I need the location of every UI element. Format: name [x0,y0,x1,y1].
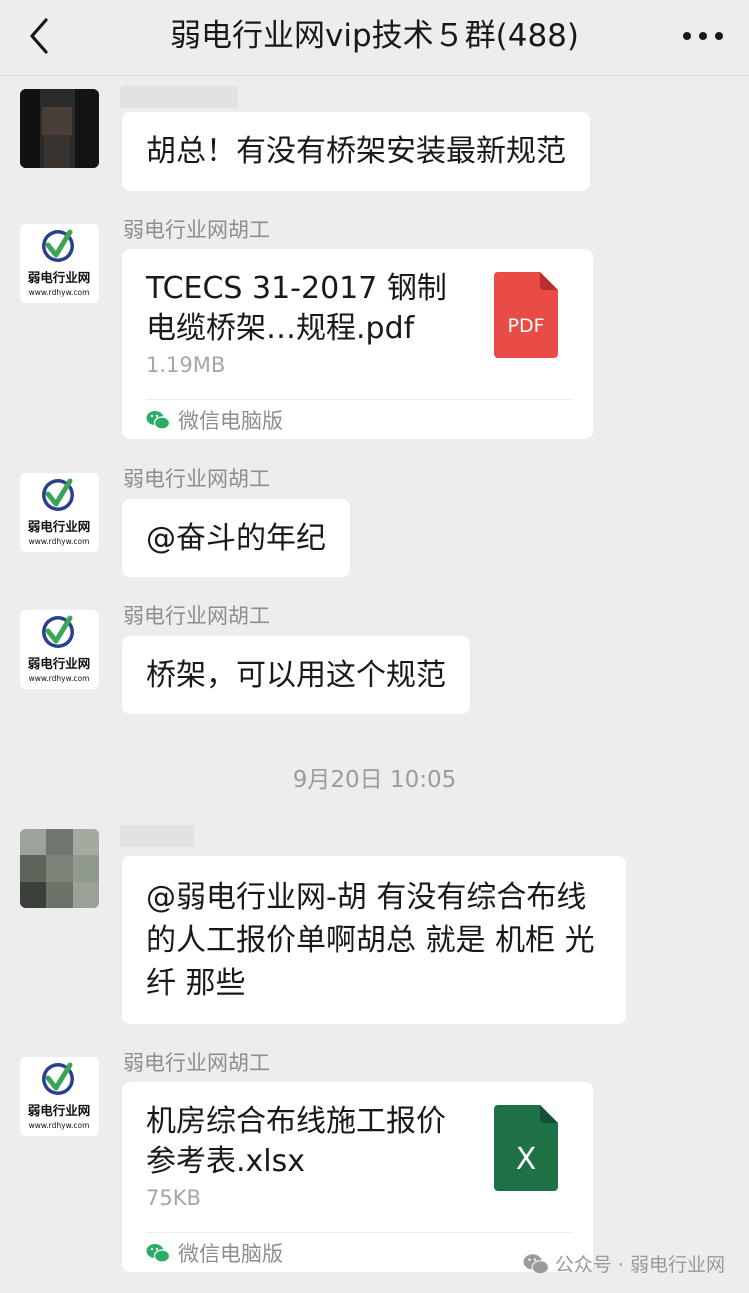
rdhyw-logo-icon: 弱电行业网 www.rdhyw.com [20,1057,99,1136]
sender-name: 弱电行业网胡工 [123,604,270,628]
message-text: 桥架，可以用这个规范 [146,657,446,693]
chat-screen: 弱电行业网vip技术５群(488) 胡总！有没有桥架安装最新规范 弱电行业网 w… [0,0,749,1293]
file-name: TCECS 31-2017 钢制电缆桥架…规程.pdf [146,271,447,346]
message-text: @奋斗的年纪 [146,520,326,556]
file-message-card[interactable]: 机房综合布线施工报价参考表.xlsx 75KB X 微信电脑版 [122,1082,593,1272]
sender-name: 弱电行业网胡工 [123,1051,270,1075]
file-name: 机房综合布线施工报价参考表.xlsx [146,1104,446,1179]
more-dots-icon [683,32,723,40]
message-bubble[interactable]: @奋斗的年纪 [122,499,350,577]
wechat-icon [523,1253,549,1274]
watermark: 公众号 · 弱电行业网 [523,1250,725,1277]
message-text: 胡总！有没有桥架安装最新规范 [146,134,566,169]
watermark-text: 公众号 · 弱电行业网 [554,1254,725,1276]
rdhyw-logo-icon: 弱电行业网 www.rdhyw.com [20,224,99,303]
sender-name: 弱电行业网胡工 [123,467,270,491]
message-text: @弱电行业网-胡 有没有综合布线的人工报价单啊胡总 就是 机柜 光纤 那些 [146,880,595,1001]
wechat-icon [146,411,170,430]
chat-title: 弱电行业网vip技术５群(488) [170,18,579,54]
logo-url: www.rdhyw.com [29,674,90,683]
sender-name: 弱电行业网胡工 [123,218,270,242]
file-source-label: 微信电脑版 [178,1242,283,1266]
file-size: 75KB [146,1186,201,1210]
time-divider: 9月20日 10:05 [292,767,457,793]
pdf-file-icon: PDF [494,272,558,358]
file-type-label: X [516,1142,537,1177]
file-size: 1.19MB [146,353,226,377]
file-source: 微信电脑版 [146,403,283,437]
logo-brand: 弱电行业网 [28,1103,91,1118]
message-bubble[interactable]: 桥架，可以用这个规范 [122,636,470,714]
divider [146,399,573,400]
blurred-sender-name [120,86,238,108]
file-source-label: 微信电脑版 [178,409,283,433]
blurred-avatar-image [20,89,99,168]
logo-url: www.rdhyw.com [29,1121,90,1130]
logo-url: www.rdhyw.com [29,288,90,297]
message-bubble[interactable]: 胡总！有没有桥架安装最新规范 [122,112,590,191]
wechat-icon [146,1244,170,1263]
more-button[interactable] [681,18,725,54]
blurred-sender-name [120,825,194,847]
excel-file-icon: X [494,1105,558,1191]
avatar[interactable] [20,829,99,908]
divider [146,1232,573,1233]
logo-brand: 弱电行业网 [28,270,91,285]
logo-brand: 弱电行业网 [28,519,91,534]
chat-header: 弱电行业网vip技术５群(488) [0,0,749,76]
avatar[interactable] [20,89,99,168]
logo-brand: 弱电行业网 [28,656,91,671]
logo-url: www.rdhyw.com [29,537,90,546]
blurred-avatar-image [20,829,99,908]
avatar[interactable]: 弱电行业网 www.rdhyw.com [20,224,99,303]
avatar[interactable]: 弱电行业网 www.rdhyw.com [20,1057,99,1136]
file-source: 微信电脑版 [146,1236,283,1270]
rdhyw-logo-icon: 弱电行业网 www.rdhyw.com [20,610,99,689]
file-message-card[interactable]: TCECS 31-2017 钢制电缆桥架…规程.pdf 1.19MB PDF 微… [122,249,593,439]
message-bubble[interactable]: @弱电行业网-胡 有没有综合布线的人工报价单啊胡总 就是 机柜 光纤 那些 [122,856,626,1024]
avatar[interactable]: 弱电行业网 www.rdhyw.com [20,610,99,689]
rdhyw-logo-icon: 弱电行业网 www.rdhyw.com [20,473,99,552]
file-type-label: PDF [507,315,544,337]
avatar[interactable]: 弱电行业网 www.rdhyw.com [20,473,99,552]
